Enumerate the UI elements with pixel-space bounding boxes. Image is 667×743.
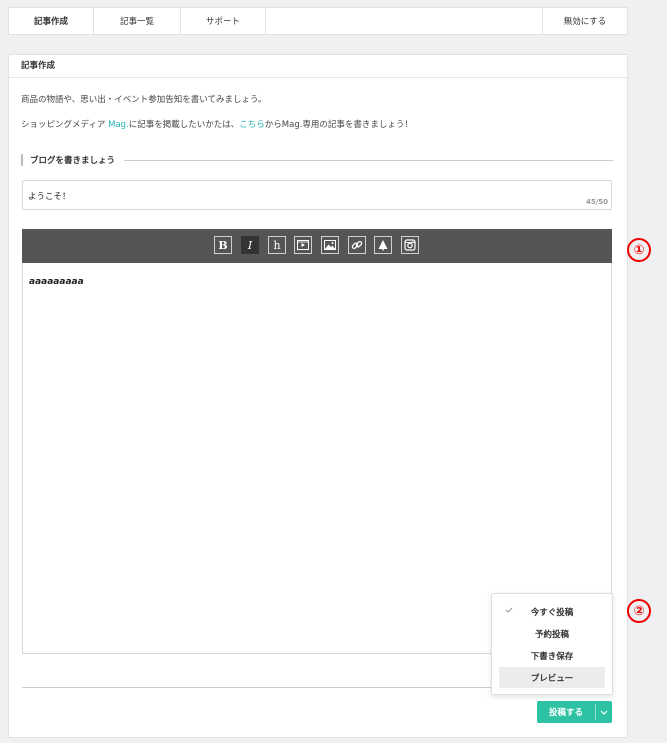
editor-toolbar: B I h	[22, 229, 612, 263]
here-link[interactable]: こちら	[239, 120, 265, 130]
tab-support[interactable]: サポート	[181, 8, 266, 34]
menu-item-preview[interactable]: プレビュー	[499, 667, 605, 688]
top-tab-bar: 記事作成 記事一覧 サポート 無効にする	[8, 7, 628, 35]
heading-icon[interactable]: h	[268, 236, 286, 254]
title-input[interactable]: ようこそ！ 45/50	[22, 180, 612, 210]
chevron-down-icon[interactable]	[596, 701, 612, 723]
menu-item-label: 予約投稿	[534, 630, 569, 640]
menu-item-publish-now[interactable]: 今すぐ投稿	[499, 601, 605, 622]
section-title: ブログを書きましょう	[21, 153, 613, 167]
mag-notice-text: からMag.専用の記事を書きましょう！	[264, 120, 413, 130]
section-title-text: ブログを書きましょう	[30, 156, 116, 166]
publish-options-menu: 今すぐ投稿 予約投稿 下書き保存 プレビュー	[491, 593, 613, 695]
image-icon[interactable]	[321, 236, 339, 254]
menu-item-save-draft[interactable]: 下書き保存	[499, 645, 605, 666]
menu-item-label: プレビュー	[530, 674, 574, 684]
intro-text: 商品の物語や、思い出・イベント参加告知を書いてみましょう。	[21, 95, 267, 105]
annotation-badge-2: ②	[627, 599, 651, 623]
menu-item-schedule[interactable]: 予約投稿	[499, 623, 605, 644]
tab-create-article[interactable]: 記事作成	[9, 8, 94, 34]
menu-item-label: 今すぐ投稿	[530, 608, 574, 618]
mag-notice-text: ショッピングメディア	[21, 120, 109, 130]
instagram-icon[interactable]	[401, 236, 419, 254]
menu-item-label: 下書き保存	[530, 652, 574, 662]
bold-icon[interactable]: B	[214, 236, 232, 254]
mag-notice-text: に記事を掲載したいかたは、	[128, 120, 240, 130]
title-char-counter: 45/50	[585, 198, 608, 206]
video-icon[interactable]	[294, 236, 312, 254]
post-button[interactable]: 投稿する	[537, 701, 612, 723]
post-button-label[interactable]: 投稿する	[537, 701, 595, 723]
disable-button[interactable]: 無効にする	[543, 8, 627, 34]
mag-link[interactable]: Mag.	[108, 120, 129, 130]
title-input-value: ようこそ！	[28, 192, 71, 202]
mag-notice: ショッピングメディア Mag.に記事を掲載したいかたは、こちらからMag.専用の…	[21, 118, 413, 130]
editor-content: aaaaaaaaa	[29, 277, 84, 287]
tab-article-list[interactable]: 記事一覧	[94, 8, 181, 34]
italic-icon[interactable]: I	[241, 236, 259, 254]
link-icon[interactable]	[348, 236, 366, 254]
section-divider	[124, 159, 613, 161]
annotation-badge-1: ①	[627, 238, 651, 262]
tree-icon[interactable]	[374, 236, 392, 254]
section-bar	[21, 154, 23, 166]
tab-spacer	[266, 8, 543, 34]
card-header: 記事作成	[9, 55, 627, 78]
